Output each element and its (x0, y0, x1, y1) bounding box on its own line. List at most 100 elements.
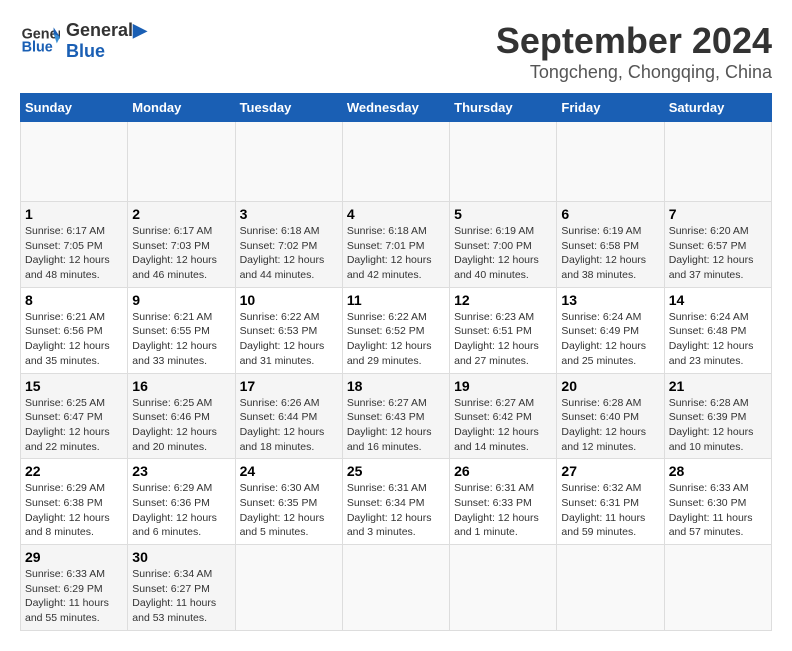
week-row-1 (21, 122, 772, 202)
header-day-monday: Monday (128, 94, 235, 122)
day-info: Sunrise: 6:31 AM Sunset: 6:33 PM Dayligh… (454, 481, 552, 540)
calendar-cell (664, 545, 771, 631)
logo-line2: Blue (66, 41, 147, 62)
location-title: Tongcheng, Chongqing, China (496, 62, 772, 83)
day-number: 15 (25, 378, 123, 394)
calendar-cell: 4 Sunrise: 6:18 AM Sunset: 7:01 PM Daylig… (342, 202, 449, 288)
calendar-cell: 9 Sunrise: 6:21 AM Sunset: 6:55 PM Daylig… (128, 287, 235, 373)
day-info: Sunrise: 6:27 AM Sunset: 6:42 PM Dayligh… (454, 396, 552, 455)
day-info: Sunrise: 6:25 AM Sunset: 6:46 PM Dayligh… (132, 396, 230, 455)
calendar-cell (21, 122, 128, 202)
day-number: 25 (347, 463, 445, 479)
day-info: Sunrise: 6:24 AM Sunset: 6:48 PM Dayligh… (669, 310, 767, 369)
day-info: Sunrise: 6:26 AM Sunset: 6:44 PM Dayligh… (240, 396, 338, 455)
calendar-cell: 19 Sunrise: 6:27 AM Sunset: 6:42 PM Dayli… (450, 373, 557, 459)
day-info: Sunrise: 6:27 AM Sunset: 6:43 PM Dayligh… (347, 396, 445, 455)
calendar-cell: 6 Sunrise: 6:19 AM Sunset: 6:58 PM Daylig… (557, 202, 664, 288)
calendar-cell: 7 Sunrise: 6:20 AM Sunset: 6:57 PM Daylig… (664, 202, 771, 288)
calendar-cell: 17 Sunrise: 6:26 AM Sunset: 6:44 PM Dayli… (235, 373, 342, 459)
calendar-cell: 28 Sunrise: 6:33 AM Sunset: 6:30 PM Dayli… (664, 459, 771, 545)
header-day-wednesday: Wednesday (342, 94, 449, 122)
calendar-cell: 8Sunrise: 6:21 AM Sunset: 6:56 PM Daylig… (21, 287, 128, 373)
day-info: Sunrise: 6:19 AM Sunset: 6:58 PM Dayligh… (561, 224, 659, 283)
day-info: Sunrise: 6:22 AM Sunset: 6:53 PM Dayligh… (240, 310, 338, 369)
day-info: Sunrise: 6:23 AM Sunset: 6:51 PM Dayligh… (454, 310, 552, 369)
day-number: 27 (561, 463, 659, 479)
day-number: 1 (25, 206, 123, 222)
day-number: 2 (132, 206, 230, 222)
calendar-cell: 18Sunrise: 6:27 AM Sunset: 6:43 PM Dayli… (342, 373, 449, 459)
calendar-cell (342, 122, 449, 202)
day-number: 4 (347, 206, 445, 222)
calendar-cell (557, 122, 664, 202)
day-number: 17 (240, 378, 338, 394)
page-header: General Blue General▶ Blue September 202… (20, 20, 772, 83)
day-info: Sunrise: 6:17 AM Sunset: 7:03 PM Dayligh… (132, 224, 230, 283)
day-info: Sunrise: 6:25 AM Sunset: 6:47 PM Dayligh… (25, 396, 123, 455)
day-number: 24 (240, 463, 338, 479)
day-info: Sunrise: 6:29 AM Sunset: 6:38 PM Dayligh… (25, 481, 123, 540)
day-info: Sunrise: 6:18 AM Sunset: 7:01 PM Dayligh… (347, 224, 445, 283)
calendar-cell: 24Sunrise: 6:30 AM Sunset: 6:35 PM Dayli… (235, 459, 342, 545)
svg-text:Blue: Blue (22, 39, 53, 55)
calendar-cell: 10Sunrise: 6:22 AM Sunset: 6:53 PM Dayli… (235, 287, 342, 373)
week-row-3: 8Sunrise: 6:21 AM Sunset: 6:56 PM Daylig… (21, 287, 772, 373)
calendar-cell (128, 122, 235, 202)
day-number: 23 (132, 463, 230, 479)
calendar-cell: 12 Sunrise: 6:23 AM Sunset: 6:51 PM Dayli… (450, 287, 557, 373)
calendar-cell (235, 122, 342, 202)
calendar-cell: 14 Sunrise: 6:24 AM Sunset: 6:48 PM Dayli… (664, 287, 771, 373)
day-info: Sunrise: 6:33 AM Sunset: 6:30 PM Dayligh… (669, 481, 767, 540)
month-title: September 2024 (496, 20, 772, 62)
calendar-cell: 3 Sunrise: 6:18 AM Sunset: 7:02 PM Daylig… (235, 202, 342, 288)
calendar-cell (664, 122, 771, 202)
day-number: 13 (561, 292, 659, 308)
calendar-cell: 21Sunrise: 6:28 AM Sunset: 6:39 PM Dayli… (664, 373, 771, 459)
calendar-cell: 29Sunrise: 6:33 AM Sunset: 6:29 PM Dayli… (21, 545, 128, 631)
day-number: 7 (669, 206, 767, 222)
day-number: 30 (132, 549, 230, 565)
calendar-cell: 30 Sunrise: 6:34 AM Sunset: 6:27 PM Dayli… (128, 545, 235, 631)
day-number: 29 (25, 549, 123, 565)
calendar-cell: 13 Sunrise: 6:24 AM Sunset: 6:49 PM Dayli… (557, 287, 664, 373)
calendar-cell: 27 Sunrise: 6:32 AM Sunset: 6:31 PM Dayli… (557, 459, 664, 545)
day-number: 28 (669, 463, 767, 479)
week-row-5: 22 Sunrise: 6:29 AM Sunset: 6:38 PM Dayli… (21, 459, 772, 545)
day-info: Sunrise: 6:17 AM Sunset: 7:05 PM Dayligh… (25, 224, 123, 283)
week-row-6: 29Sunrise: 6:33 AM Sunset: 6:29 PM Dayli… (21, 545, 772, 631)
logo-line1: General▶ (66, 20, 147, 41)
day-number: 11 (347, 292, 445, 308)
calendar-cell (342, 545, 449, 631)
day-number: 26 (454, 463, 552, 479)
day-number: 3 (240, 206, 338, 222)
day-number: 6 (561, 206, 659, 222)
calendar-cell: 23 Sunrise: 6:29 AM Sunset: 6:36 PM Dayli… (128, 459, 235, 545)
week-row-4: 15 Sunrise: 6:25 AM Sunset: 6:47 PM Dayli… (21, 373, 772, 459)
day-number: 22 (25, 463, 123, 479)
logo: General Blue General▶ Blue (20, 20, 147, 62)
day-info: Sunrise: 6:24 AM Sunset: 6:49 PM Dayligh… (561, 310, 659, 369)
calendar-cell: 26 Sunrise: 6:31 AM Sunset: 6:33 PM Dayli… (450, 459, 557, 545)
day-number: 19 (454, 378, 552, 394)
day-number: 5 (454, 206, 552, 222)
day-info: Sunrise: 6:18 AM Sunset: 7:02 PM Dayligh… (240, 224, 338, 283)
header-day-saturday: Saturday (664, 94, 771, 122)
day-info: Sunrise: 6:21 AM Sunset: 6:55 PM Dayligh… (132, 310, 230, 369)
header-day-sunday: Sunday (21, 94, 128, 122)
header-day-tuesday: Tuesday (235, 94, 342, 122)
calendar-cell: 2 Sunrise: 6:17 AM Sunset: 7:03 PM Daylig… (128, 202, 235, 288)
day-number: 9 (132, 292, 230, 308)
day-info: Sunrise: 6:28 AM Sunset: 6:40 PM Dayligh… (561, 396, 659, 455)
logo-icon: General Blue (20, 21, 60, 61)
calendar-table: SundayMondayTuesdayWednesdayThursdayFrid… (20, 93, 772, 631)
calendar-cell (235, 545, 342, 631)
day-info: Sunrise: 6:32 AM Sunset: 6:31 PM Dayligh… (561, 481, 659, 540)
day-info: Sunrise: 6:29 AM Sunset: 6:36 PM Dayligh… (132, 481, 230, 540)
day-info: Sunrise: 6:20 AM Sunset: 6:57 PM Dayligh… (669, 224, 767, 283)
calendar-cell: 22 Sunrise: 6:29 AM Sunset: 6:38 PM Dayli… (21, 459, 128, 545)
day-number: 8 (25, 292, 123, 308)
day-number: 14 (669, 292, 767, 308)
day-info: Sunrise: 6:34 AM Sunset: 6:27 PM Dayligh… (132, 567, 230, 626)
day-number: 12 (454, 292, 552, 308)
calendar-cell: 11Sunrise: 6:22 AM Sunset: 6:52 PM Dayli… (342, 287, 449, 373)
